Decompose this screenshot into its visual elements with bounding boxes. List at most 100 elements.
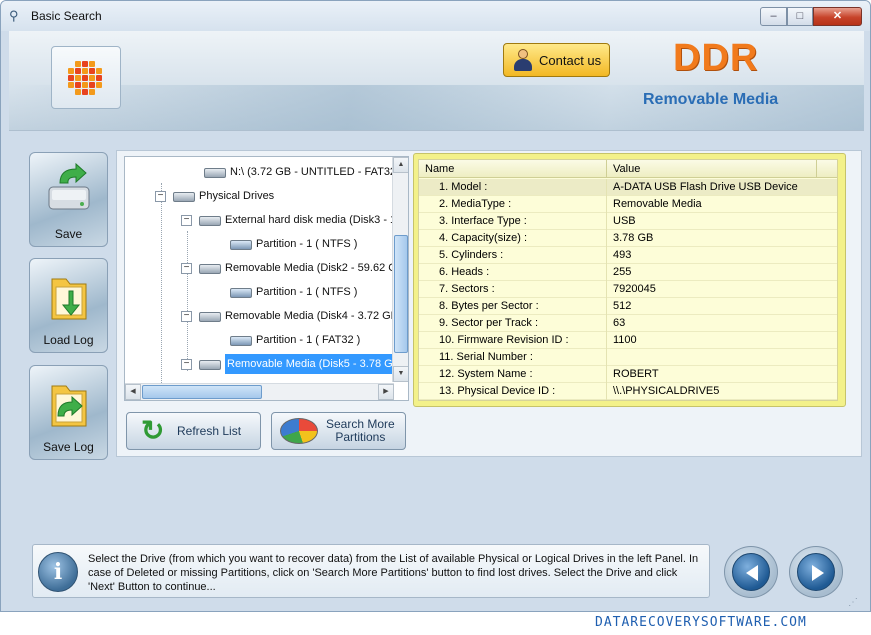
grid-row[interactable]: 3. Interface Type : USB [419,213,837,230]
support-person-icon [512,48,534,72]
tree-item-label: N:\ (3.72 GB - UNTITLED - FAT32) [230,166,400,178]
grid-row[interactable]: 12. System Name : ROBERT [419,366,837,383]
grid-row[interactable]: 8. Bytes per Sector : 512 [419,298,837,315]
collapse-toggle[interactable]: − [181,358,192,370]
column-header-value[interactable]: Value [607,160,817,178]
tree-item-disk2-partition[interactable]: Partition - 1 ( NTFS ) [229,282,357,302]
grid-row[interactable]: 9. Sector per Track : 63 [419,315,837,332]
scroll-thumb[interactable] [394,235,408,353]
grid-row[interactable]: 10. Firmware Revision ID : 1100 [419,332,837,349]
partition-icon [229,286,252,298]
logo-tile [96,75,102,81]
search-more-partitions-button[interactable]: Search More Partitions [271,412,406,450]
tree-item-disk3-partition[interactable]: Partition - 1 ( NTFS ) [229,234,357,254]
grid-row[interactable]: 4. Capacity(size) : 3.78 GB [419,230,837,247]
contact-us-button[interactable]: Contact us [503,43,610,77]
scroll-thumb[interactable] [142,385,262,399]
back-button[interactable] [724,546,778,598]
product-subtitle: Removable Media [643,91,779,108]
save-button[interactable]: Save [29,152,108,247]
save-label: Save [54,227,83,241]
search-more-label: Search More Partitions [326,418,395,444]
next-button[interactable] [789,546,843,598]
maximize-button[interactable]: □ [787,7,813,26]
grid-row[interactable]: 11. Serial Number : [419,349,837,366]
row-name: 11. Serial Number : [419,349,607,366]
drive-icon [198,262,221,274]
row-value: 3.78 GB [613,232,654,244]
row-name: 2. MediaType : [419,196,607,213]
grid-row[interactable]: 6. Heads : 255 [419,264,837,281]
grid-row[interactable]: 2. MediaType : Removable Media [419,196,837,213]
next-arrow-icon [797,553,835,591]
refresh-list-label: Refresh List [177,423,242,438]
website-link[interactable]: DATARECOVERYSOFTWARE.COM [595,615,807,630]
tree-guide-line [187,231,188,371]
row-value: 63 [613,317,626,329]
row-value: USB [613,215,636,227]
logo-tile [75,89,81,95]
row-value: ROBERT [613,368,659,380]
row-name: 3. Interface Type : [419,213,607,230]
header-banner: Contact us DDR Removable Media [9,31,864,131]
folder-load-icon [51,278,87,320]
drive-info-grid: Name Value 1. Model : A-DATA USB Flash Dr… [418,159,838,401]
tree-horizontal-scrollbar[interactable]: ◀ ▶ [125,383,394,400]
logo-tile [68,75,74,81]
grid-row[interactable]: 7. Sectors : 7920045 [419,281,837,298]
scroll-right-icon[interactable]: ▶ [378,384,394,400]
tree-item-disk2[interactable]: − Removable Media (Disk2 - 59.62 G [181,258,397,278]
tree-item-label: Physical Drives [199,190,275,202]
app-logo [51,46,121,109]
tree-item-label: Partition - 1 ( NTFS ) [256,286,358,298]
tree-item-disk4-partition[interactable]: Partition - 1 ( FAT32 ) [229,330,360,350]
scroll-left-icon[interactable]: ◀ [125,384,141,400]
column-header-name[interactable]: Name [419,160,607,178]
logo-tile [89,75,95,81]
minimize-button[interactable]: – [760,7,787,26]
partition-icon [229,238,252,250]
row-name: 5. Cylinders : [419,247,607,264]
resize-grip-icon[interactable]: ⋰ [848,596,862,610]
tree-item-label: Partition - 1 ( FAT32 ) [256,334,361,346]
collapse-toggle[interactable]: − [181,214,192,226]
row-value: A-DATA USB Flash Drive USB Device [613,181,798,193]
pie-chart-icon [280,418,318,444]
tree-item-label: Removable Media (Disk4 - 3.72 GB [225,310,399,322]
search-more-label-line2: Partitions [335,430,386,444]
tree-item-disk5[interactable]: − Removable Media (Disk5 - 3.78 GB [181,354,403,374]
tree-vertical-scrollbar[interactable]: ▲ ▼ [392,157,408,382]
logo-tile [82,82,88,88]
logo-tile [75,75,81,81]
logo-tile [96,68,102,74]
collapse-toggle[interactable]: − [181,262,192,274]
tree-item-label: Partition - 1 ( NTFS ) [256,238,358,250]
tree-item-disk4[interactable]: − Removable Media (Disk4 - 3.72 GB [181,306,398,326]
load-log-button[interactable]: Load Log [29,258,108,353]
tree-item-disk3[interactable]: − External hard disk media (Disk3 - 1 [181,210,396,230]
partition-icon [229,334,252,346]
collapse-toggle[interactable]: − [181,310,192,322]
drive-icon [198,214,221,226]
grid-row[interactable]: 5. Cylinders : 493 [419,247,837,264]
grid-row[interactable]: 1. Model : A-DATA USB Flash Drive USB Dev… [419,179,837,196]
tree-guide-line [161,183,162,395]
row-value: 1100 [613,334,637,346]
save-log-button[interactable]: Save Log [29,365,108,460]
search-more-label-line1: Search More [326,417,395,431]
refresh-list-button[interactable]: Refresh List [126,412,261,450]
drive-save-icon [48,163,90,210]
logo-tile [68,68,74,74]
scroll-down-icon[interactable]: ▼ [393,366,408,382]
drive-icon [198,310,221,322]
tree-item-label: Removable Media (Disk5 - 3.78 GB [225,354,403,374]
collapse-toggle[interactable]: − [155,190,166,202]
logo-mosaic-icon [68,61,104,97]
close-button[interactable]: ✕ [813,7,862,26]
tree-item-physical-drives[interactable]: − Physical Drives [155,186,274,206]
tree-item-n-drive[interactable]: N:\ (3.72 GB - UNTITLED - FAT32) [203,162,400,182]
row-value: \\.\PHYSICALDRIVE5 [613,385,720,397]
scroll-up-icon[interactable]: ▲ [393,157,408,173]
logo-tile [75,68,81,74]
grid-row[interactable]: 13. Physical Device ID : \\.\PHYSICALDRIV… [419,383,837,400]
